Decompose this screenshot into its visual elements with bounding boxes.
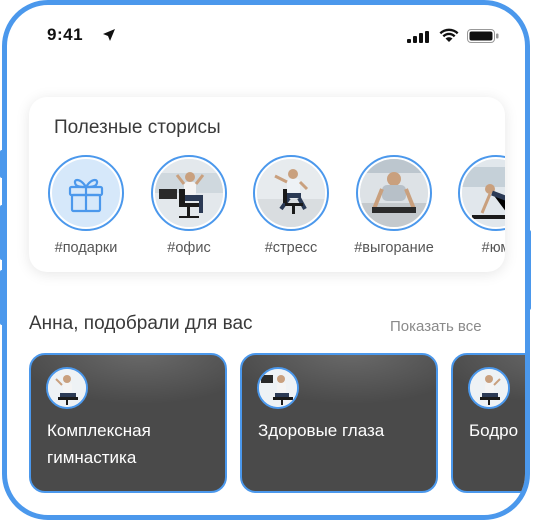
- story-ring: [253, 155, 329, 231]
- story-label: #стресс: [264, 240, 318, 256]
- program-card[interactable]: Комплексная гимнастика: [29, 353, 227, 493]
- story-office[interactable]: #офис: [139, 155, 239, 256]
- status-time: 9:41: [47, 25, 84, 44]
- story-label: #юм: [481, 240, 505, 256]
- story-thumbnail: [52, 159, 120, 227]
- recommendations-title: Анна, подобрали для вас: [29, 313, 253, 334]
- story-partial[interactable]: #юм: [446, 155, 505, 256]
- story-thumbnail: [257, 159, 325, 227]
- story-label: #офис: [167, 240, 211, 256]
- story-label: #выгорание: [354, 240, 434, 256]
- person-chair-illustration: [155, 159, 223, 227]
- story-thumbnail: [155, 159, 223, 227]
- gift-icon: [68, 178, 104, 213]
- program-avatar: [468, 367, 510, 409]
- story-thumbnail: [462, 159, 505, 227]
- story-ring: [356, 155, 432, 231]
- story-ring: [458, 155, 505, 231]
- stories-title: Полезные сторисы: [54, 117, 221, 138]
- cellular-signal-icon: [407, 31, 429, 43]
- story-burnout[interactable]: #выгорание: [344, 155, 444, 256]
- status-bar: 9:41: [7, 5, 525, 65]
- program-title: Комплексная гимнастика: [47, 421, 151, 467]
- program-card[interactable]: Бодро: [451, 353, 525, 493]
- location-arrow-icon: [103, 29, 115, 41]
- program-title: Бодро: [469, 421, 519, 440]
- story-thumbnail: [360, 159, 428, 227]
- wifi-icon: [439, 28, 459, 42]
- person-chair-illustration: [257, 159, 325, 227]
- person-chair-illustration: [48, 369, 86, 407]
- story-ring: [48, 155, 124, 231]
- person-exercise-illustration: [360, 159, 428, 227]
- story-stress[interactable]: #стресс: [241, 155, 341, 256]
- person-chair-illustration: [470, 369, 508, 407]
- show-all-link[interactable]: Показать все: [390, 318, 482, 335]
- person-exercise-illustration: [462, 159, 505, 227]
- phone-frame: 9:41 Полезные сторисы #подарки #офис #ст…: [2, 0, 530, 520]
- program-avatar: [46, 367, 88, 409]
- program-title: Здоровые глаза: [258, 421, 385, 440]
- story-ring: [151, 155, 227, 231]
- story-gifts[interactable]: #подарки: [36, 155, 136, 256]
- person-chair-illustration: [259, 369, 297, 407]
- program-card[interactable]: Здоровые глаза: [240, 353, 438, 493]
- story-label: #подарки: [54, 240, 118, 256]
- battery-icon: [467, 29, 499, 43]
- stories-card: Полезные сторисы #подарки #офис #стресс …: [29, 97, 505, 272]
- program-avatar: [257, 367, 299, 409]
